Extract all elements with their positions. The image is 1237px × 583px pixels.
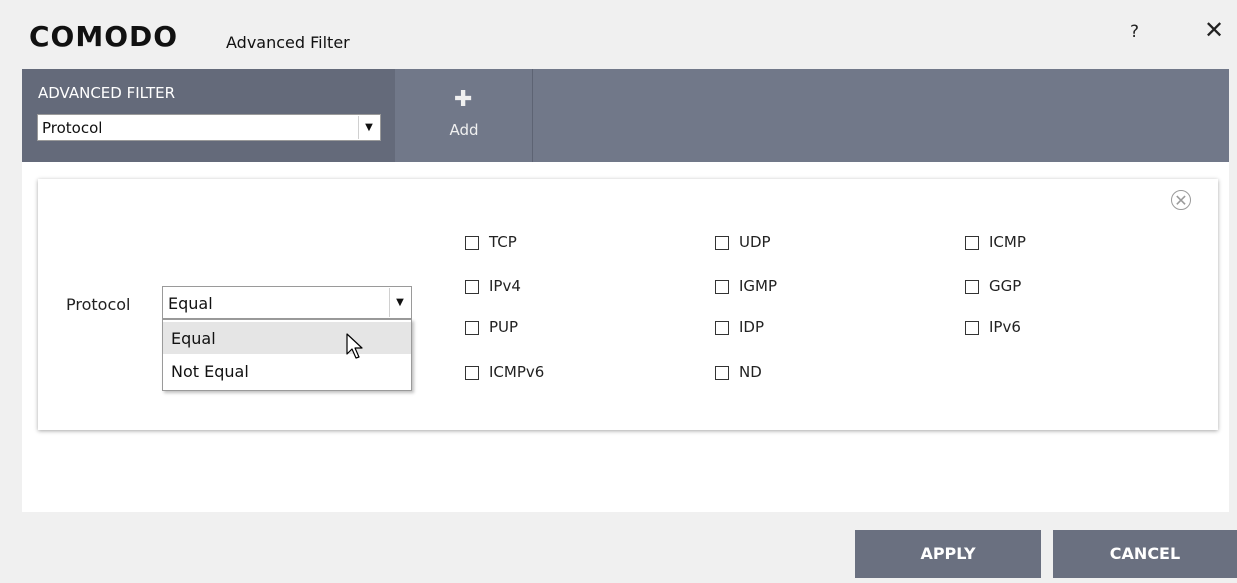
checkbox-icon[interactable] xyxy=(465,280,479,294)
mouse-cursor-icon xyxy=(346,333,363,359)
condition-value: Equal xyxy=(168,294,213,313)
filter-content-area: ✕ Protocol Equal ▼ Equal Not Equal TCP U… xyxy=(22,162,1229,512)
plus-icon: ✚ xyxy=(454,87,473,112)
protocol-filter-card: ✕ Protocol Equal ▼ Equal Not Equal TCP U… xyxy=(38,179,1218,430)
protocol-label: Protocol xyxy=(66,295,131,314)
condition-option-not-equal[interactable]: Not Equal xyxy=(163,355,411,387)
checkbox-icon[interactable] xyxy=(715,366,729,380)
add-filter-button[interactable]: ✚ Add xyxy=(396,69,533,162)
advanced-filter-heading: ADVANCED FILTER xyxy=(38,84,176,102)
checkbox-icon[interactable] xyxy=(465,366,479,380)
filter-type-select[interactable]: Protocol ▼ xyxy=(37,114,381,141)
checkbox-icon[interactable] xyxy=(715,321,729,335)
add-label: Add xyxy=(449,121,479,139)
comodo-logo: COMODO xyxy=(29,20,179,53)
apply-button[interactable]: APPLY xyxy=(855,530,1041,578)
checkbox-icon[interactable] xyxy=(965,321,979,335)
title-bar: COMODO Advanced Filter ? ✕ xyxy=(0,0,1237,68)
advanced-filter-section: ADVANCED FILTER Protocol ▼ xyxy=(22,69,395,162)
chevron-down-icon[interactable]: ▼ xyxy=(358,116,379,139)
checkbox-icon[interactable] xyxy=(715,280,729,294)
toolbar: ADVANCED FILTER Protocol ▼ ✚ Add xyxy=(22,69,1229,162)
cancel-button[interactable]: CANCEL xyxy=(1053,530,1237,578)
checkbox-icon[interactable] xyxy=(715,236,729,250)
checkbox-icon[interactable] xyxy=(465,236,479,250)
checkbox-icon[interactable] xyxy=(965,236,979,250)
condition-option-equal[interactable]: Equal xyxy=(163,322,411,354)
dialog-footer: APPLY CANCEL xyxy=(0,512,1237,583)
filter-type-value: Protocol xyxy=(42,119,103,137)
help-button[interactable]: ? xyxy=(1130,22,1139,42)
checkbox-icon[interactable] xyxy=(965,280,979,294)
condition-select[interactable]: Equal ▼ xyxy=(162,286,412,319)
remove-filter-icon[interactable]: ✕ xyxy=(1171,190,1191,210)
checkbox-icon[interactable] xyxy=(465,321,479,335)
window-title: Advanced Filter xyxy=(226,33,350,52)
chevron-down-icon[interactable]: ▼ xyxy=(389,288,410,317)
condition-dropdown-list: Equal Not Equal xyxy=(162,319,412,391)
close-button[interactable]: ✕ xyxy=(1204,18,1224,42)
